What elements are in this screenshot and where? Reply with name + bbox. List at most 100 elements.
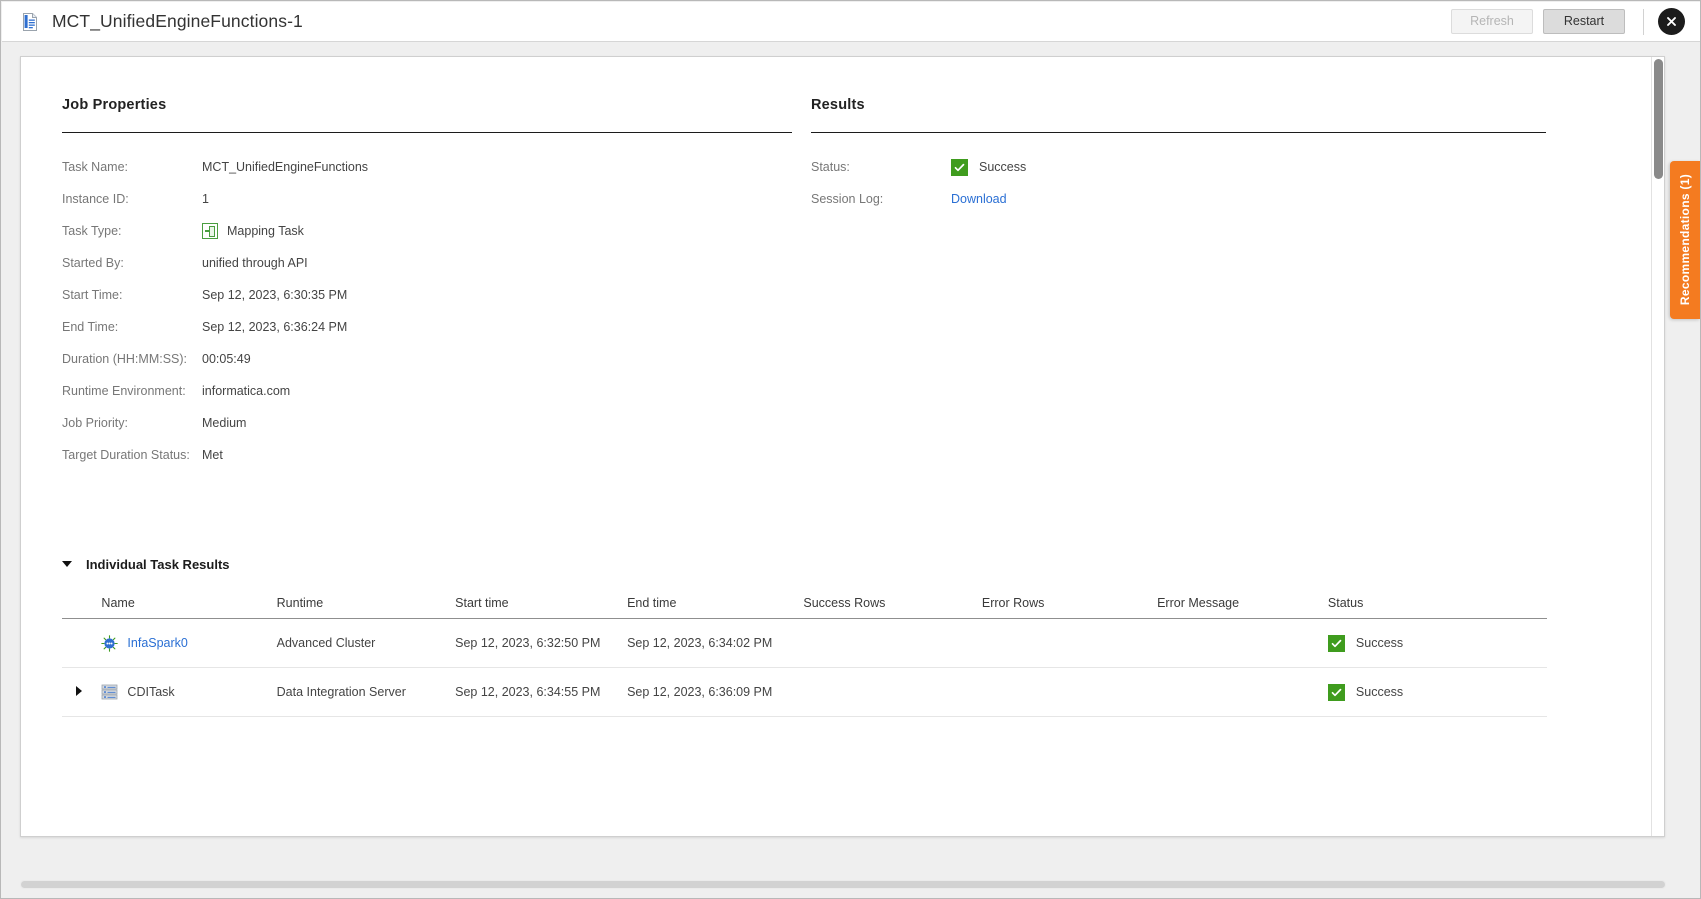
property-row-target-duration-status: Target Duration Status: Met: [62, 439, 792, 471]
cell-status: Success: [1327, 667, 1547, 717]
row-expander-cell: [62, 667, 102, 717]
status-badge: Success: [951, 158, 1027, 176]
property-value: Sep 12, 2023, 6:36:24 PM: [202, 320, 348, 334]
table-row[interactable]: InfaSpark0 Advanced Cluster Sep 12, 2023…: [62, 618, 1547, 668]
job-properties-section: Job Properties Task Name: MCT_UnifiedEng…: [62, 97, 792, 471]
cell-error-rows: [981, 667, 1158, 717]
results-section: Results Status: Success Session Log: Dow…: [811, 97, 1546, 215]
column-header-name[interactable]: Name: [101, 596, 277, 619]
property-row-job-priority: Job Priority: Medium: [62, 407, 792, 439]
column-header-success-rows[interactable]: Success Rows: [803, 596, 982, 619]
task-name-link[interactable]: InfaSpark0: [127, 636, 187, 650]
property-value: unified through API: [202, 256, 308, 270]
cell-start-time: Sep 12, 2023, 6:32:50 PM: [455, 618, 628, 668]
column-header-end-time[interactable]: End time: [627, 596, 804, 619]
close-button[interactable]: [1658, 8, 1685, 35]
horizontal-scrollbar-track[interactable]: [20, 880, 1666, 889]
property-row-started-by: Started By: unified through API: [62, 247, 792, 279]
infaspark-icon: [101, 634, 119, 652]
property-label: Target Duration Status:: [62, 448, 190, 462]
results-heading: Results: [811, 97, 865, 113]
job-properties-divider: [62, 132, 792, 133]
results-list: Status: Success Session Log: Download: [811, 151, 1546, 215]
results-divider: [811, 132, 1546, 133]
column-header-error-message[interactable]: Error Message: [1157, 596, 1328, 619]
window-title: MCT_UnifiedEngineFunctions-1: [52, 11, 303, 31]
session-log-download-link[interactable]: Download: [951, 192, 1007, 206]
toolbar-divider: [1643, 8, 1644, 35]
job-details-scroll-content: Job Properties Task Name: MCT_UnifiedEng…: [21, 57, 1655, 836]
cell-error-rows: [981, 618, 1158, 668]
refresh-button[interactable]: Refresh: [1451, 9, 1533, 34]
chevron-right-icon[interactable]: [76, 686, 82, 696]
property-row-runtime-environment: Runtime Environment: informatica.com: [62, 375, 792, 407]
mapping-task-icon: [202, 223, 218, 239]
property-row-instance-id: Instance ID: 1: [62, 183, 792, 215]
property-row-start-time: Start Time: Sep 12, 2023, 6:30:35 PM: [62, 279, 792, 311]
property-label: Instance ID:: [62, 192, 129, 206]
individual-task-results-header[interactable]: Individual Task Results: [62, 553, 1547, 575]
property-label: End Time:: [62, 320, 119, 334]
property-value: MCT_UnifiedEngineFunctions: [202, 160, 369, 174]
session-log-label: Session Log:: [811, 192, 884, 206]
cell-start-time: Sep 12, 2023, 6:34:55 PM: [455, 667, 628, 717]
cell-runtime: Data Integration Server: [276, 667, 456, 717]
title-bar: MCT_UnifiedEngineFunctions-1 Refresh Res…: [2, 2, 1700, 42]
property-label: Task Name:: [62, 160, 128, 174]
title-bar-left: MCT_UnifiedEngineFunctions-1: [2, 11, 1441, 32]
property-value: Sep 12, 2023, 6:30:35 PM: [202, 288, 348, 302]
property-label: Started By:: [62, 256, 124, 270]
result-row-status: Status: Success: [811, 151, 1546, 183]
document-icon: [20, 12, 40, 32]
status-label: Status:: [811, 160, 850, 174]
cell-success-rows: [803, 667, 982, 717]
cditask-icon: [101, 684, 118, 700]
property-value: 1: [202, 192, 209, 206]
cell-status: Success: [1327, 618, 1547, 668]
property-row-task-name: Task Name: MCT_UnifiedEngineFunctions: [62, 151, 792, 183]
column-header-expander: [62, 596, 102, 619]
column-header-start-time[interactable]: Start time: [455, 596, 628, 619]
column-header-runtime[interactable]: Runtime: [276, 596, 456, 619]
recommendations-tab-label: Recommendations (1): [1678, 174, 1692, 306]
cell-end-time: Sep 12, 2023, 6:36:09 PM: [627, 667, 804, 717]
property-value: Medium: [202, 416, 247, 430]
vertical-scrollbar-track[interactable]: [1651, 57, 1664, 836]
job-details-window: MCT_UnifiedEngineFunctions-1 Refresh Res…: [0, 0, 1701, 899]
status-badge-label: Success: [1355, 685, 1404, 699]
property-row-duration: Duration (HH:MM:SS): 00:05:49: [62, 343, 792, 375]
property-value: Mapping Task: [227, 224, 304, 238]
chevron-down-icon[interactable]: [62, 561, 72, 567]
individual-task-results-section: Individual Task Results Name Runtime Sta…: [62, 553, 1547, 717]
cell-error-message: [1157, 667, 1328, 717]
job-details-card: Job Properties Task Name: MCT_UnifiedEng…: [20, 56, 1665, 837]
column-header-status[interactable]: Status: [1327, 596, 1547, 619]
column-header-error-rows[interactable]: Error Rows: [981, 596, 1158, 619]
close-icon: [1664, 14, 1679, 29]
job-properties-list: Task Name: MCT_UnifiedEngineFunctions In…: [62, 151, 792, 471]
table-row[interactable]: CDITask Data Integration Server Sep 12, …: [62, 667, 1547, 717]
row-expander-cell: [62, 618, 102, 668]
success-check-icon: [1327, 634, 1345, 652]
property-label: Runtime Environment:: [62, 384, 186, 398]
success-check-icon: [1327, 683, 1345, 701]
vertical-scrollbar-thumb[interactable]: [1654, 59, 1663, 179]
cell-runtime: Advanced Cluster: [276, 618, 456, 668]
table-header-row: Name Runtime Start time End time Success…: [62, 596, 1547, 619]
property-value-wrapper: Mapping Task: [202, 223, 304, 239]
restart-button[interactable]: Restart: [1543, 9, 1625, 34]
property-label: Task Type:: [62, 224, 122, 238]
property-value: Met: [202, 448, 223, 462]
recommendations-tab[interactable]: Recommendations (1): [1670, 161, 1700, 319]
horizontal-scrollbar-thumb[interactable]: [21, 881, 1665, 888]
cell-name: InfaSpark0: [101, 618, 277, 668]
job-properties-heading: Job Properties: [62, 97, 167, 113]
individual-task-results-title: Individual Task Results: [86, 556, 230, 572]
property-value: informatica.com: [202, 384, 291, 398]
property-label: Job Priority:: [62, 416, 128, 430]
success-check-icon: [951, 158, 968, 176]
cell-name: CDITask: [101, 667, 277, 717]
status-badge-label: Success: [1355, 636, 1404, 650]
status-value: Success: [979, 160, 1027, 174]
cell-success-rows: [803, 618, 982, 668]
